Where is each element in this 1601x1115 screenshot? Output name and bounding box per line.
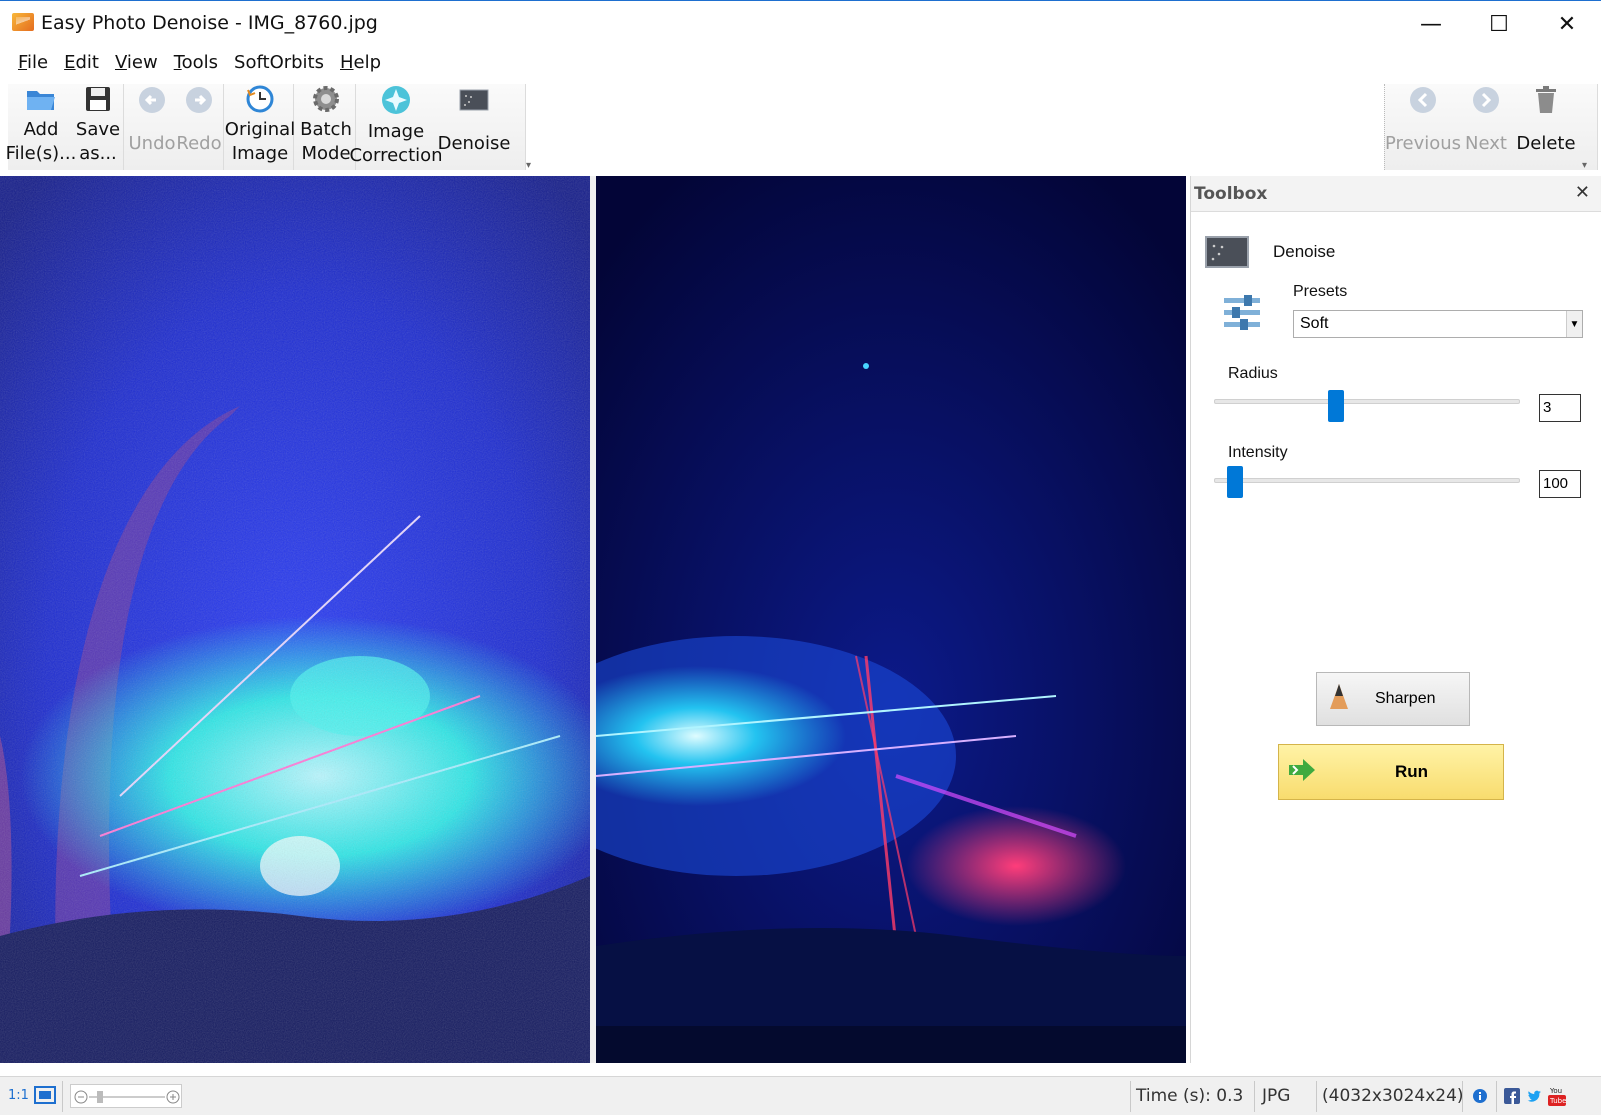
toolbox-header: Toolbox ✕ [1191, 176, 1601, 212]
intensity-slider[interactable] [1214, 478, 1520, 483]
sharpen-button[interactable]: Sharpen [1316, 672, 1470, 726]
tool-name: Denoise [1273, 242, 1336, 261]
denoise-icon [458, 84, 490, 116]
presets-label: Presets [1293, 283, 1348, 300]
presets-sliders-icon [1222, 294, 1262, 337]
run-arrow-icon [1287, 757, 1317, 788]
batch-mode-button[interactable]: Batch Mode [296, 80, 356, 166]
menu-softorbits[interactable]: SoftOrbits [226, 46, 332, 80]
image-correction-label: Image Correction [349, 121, 443, 166]
menu-bar: File Edit View Tools SoftOrbits Help [0, 46, 1601, 80]
image-format: JPG [1262, 1086, 1291, 1106]
menu-view[interactable]: View [107, 46, 166, 80]
delete-button[interactable]: Delete [1512, 80, 1580, 166]
add-files-label: Add File(s)... [5, 119, 77, 164]
facebook-icon[interactable] [1504, 1088, 1520, 1109]
toolbar-overflow-icon[interactable]: ▾ [526, 160, 531, 171]
menu-help[interactable]: Help [332, 46, 389, 80]
menu-file[interactable]: File [10, 46, 56, 80]
previous-label: Previous [1384, 133, 1462, 154]
next-button[interactable]: Next [1460, 80, 1512, 166]
image-dimensions: (4032x3024x24) [1322, 1086, 1464, 1106]
youtube-icon[interactable]: You Tube [1548, 1086, 1566, 1111]
status-separator [62, 1081, 63, 1112]
trash-icon [1530, 84, 1562, 116]
result-photo-pane[interactable] [596, 176, 1186, 1063]
undo-arrow-icon [136, 84, 168, 116]
clock-history-icon [244, 84, 276, 114]
menu-edit[interactable]: Edit [56, 46, 107, 80]
original-image-label: Original Image [224, 119, 296, 164]
add-files-button[interactable]: Add File(s)... [6, 80, 76, 166]
previous-button[interactable]: Previous [1384, 80, 1462, 166]
radius-label: Radius [1228, 365, 1278, 382]
app-icon [12, 13, 34, 31]
menu-tools[interactable]: Tools [166, 46, 226, 80]
status-separator [1254, 1081, 1255, 1112]
presets-value: Soft [1300, 315, 1329, 332]
svg-text:Tube: Tube [1549, 1097, 1566, 1105]
intensity-input[interactable]: 100 [1539, 470, 1581, 498]
run-label: Run [1395, 762, 1429, 781]
save-disk-icon [82, 84, 114, 114]
original-photo [0, 176, 590, 1063]
open-folder-icon [25, 84, 57, 114]
arrow-left-icon [1407, 84, 1439, 116]
svg-text:You: You [1549, 1087, 1562, 1095]
radius-slider[interactable] [1214, 399, 1520, 404]
denoise-button[interactable]: Denoise [438, 80, 510, 166]
pencil-sharpen-icon [1327, 683, 1351, 716]
save-as-label: Save as... [75, 119, 121, 164]
toolbox-close-icon[interactable]: ✕ [1575, 182, 1590, 203]
result-photo [596, 176, 1186, 1063]
status-separator [1496, 1081, 1497, 1112]
undo-label: Undo [128, 133, 176, 154]
twitter-icon[interactable] [1526, 1088, 1542, 1109]
run-button[interactable]: Run [1278, 744, 1504, 800]
status-separator [1130, 1081, 1131, 1112]
sparkle-correction-icon [380, 84, 412, 116]
redo-button[interactable]: Redo [174, 80, 224, 166]
presets-dropdown[interactable]: Soft ▼ [1293, 310, 1583, 338]
denoise-tool-icon [1205, 236, 1249, 273]
status-bar: 1:1 Time (s): 0.3 JPG (4032x3024x24) You… [0, 1076, 1601, 1115]
status-separator [1462, 1081, 1463, 1112]
title-bar: Easy Photo Denoise - IMG_8760.jpg — ☐ ✕ [0, 0, 1601, 46]
toolbar: Add File(s)... Save as... Undo Redo Orig… [0, 80, 1601, 172]
sharpen-label: Sharpen [1375, 690, 1436, 707]
denoise-label: Denoise [437, 133, 511, 154]
redo-arrow-icon [183, 84, 215, 116]
image-compare-area[interactable] [0, 176, 1186, 1063]
undo-button[interactable]: Undo [124, 80, 180, 166]
save-as-button[interactable]: Save as... [72, 80, 124, 166]
radius-input[interactable]: 3 [1539, 394, 1581, 422]
original-photo-pane[interactable] [0, 176, 590, 1063]
next-label: Next [1465, 133, 1507, 154]
processing-time: Time (s): 0.3 [1136, 1086, 1244, 1106]
minimize-button[interactable]: — [1396, 1, 1466, 47]
zoom-actual-size-button[interactable]: 1:1 [8, 1088, 29, 1103]
delete-label: Delete [1516, 133, 1576, 154]
chevron-down-icon[interactable]: ▼ [1566, 311, 1582, 337]
info-icon[interactable] [1472, 1088, 1488, 1109]
intensity-label: Intensity [1228, 444, 1288, 461]
image-correction-button[interactable]: Image Correction [349, 80, 443, 166]
intensity-slider-thumb[interactable] [1227, 466, 1244, 498]
window-title: Easy Photo Denoise - IMG_8760.jpg [41, 12, 378, 34]
maximize-button[interactable]: ☐ [1464, 1, 1534, 47]
fit-to-window-icon[interactable] [34, 1086, 56, 1109]
radius-slider-thumb[interactable] [1328, 390, 1345, 422]
batch-mode-label: Batch Mode [300, 119, 352, 164]
toolbox-title: Toolbox [1194, 184, 1268, 204]
gear-icon [310, 84, 342, 114]
original-image-button[interactable]: Original Image [224, 80, 296, 166]
zoom-slider[interactable] [70, 1084, 182, 1108]
status-separator [1316, 1081, 1317, 1112]
arrow-right-icon [1470, 84, 1502, 116]
redo-label: Redo [176, 133, 222, 154]
nav-overflow-icon[interactable]: ▾ [1582, 160, 1587, 171]
close-button[interactable]: ✕ [1532, 1, 1601, 47]
toolbox-panel: Toolbox ✕ Denoise Presets Soft ▼ Radius … [1190, 176, 1601, 1063]
